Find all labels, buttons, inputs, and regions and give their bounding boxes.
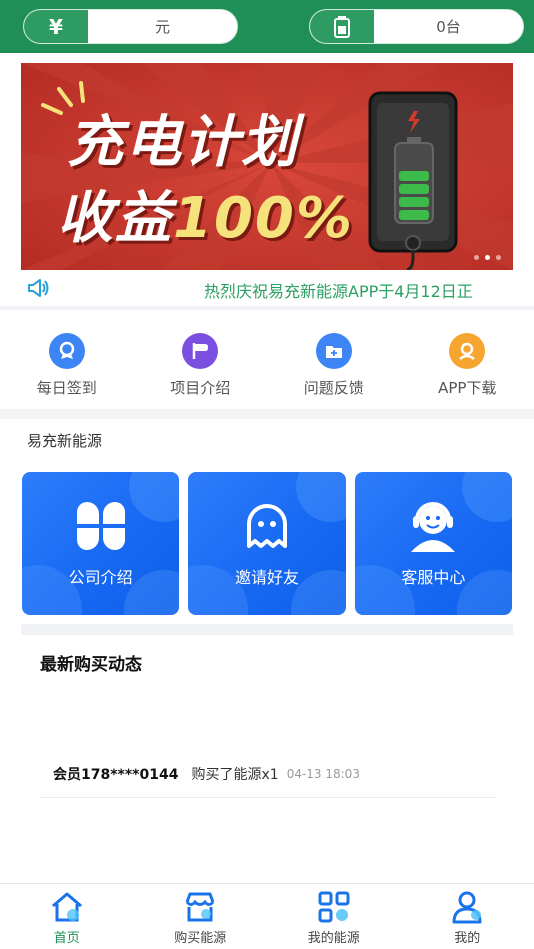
battery-icon <box>310 10 374 43</box>
balance-value: 元 <box>154 18 170 36</box>
feed-time: 04-13 18:03 <box>286 766 360 781</box>
tab-home[interactable]: 首页 <box>0 884 134 949</box>
speaker-icon <box>28 279 49 297</box>
bottom-tab-bar: 首页 购买能源 我的能源 我的 <box>0 883 534 949</box>
section-title: 易充新能源 <box>27 432 103 450</box>
divider <box>0 306 534 310</box>
tab-profile[interactable]: 我的 <box>401 884 534 949</box>
pagination-dot-active[interactable] <box>485 255 490 260</box>
grid-icon <box>318 891 350 923</box>
banner-line2-highlight: 100% <box>173 186 355 251</box>
checkin-icon <box>48 333 85 369</box>
banner-line1: 充电计划 <box>67 110 299 175</box>
card-label: 客服中心 <box>401 568 466 587</box>
feature-cards: 公司介绍 邀请好友 客服中心 <box>22 472 512 615</box>
quick-label: 每日签到 <box>36 379 97 397</box>
devices-pill[interactable]: 0台 <box>309 9 524 44</box>
ghost-icon <box>246 504 287 548</box>
banner-line2: 收益100% <box>57 173 354 254</box>
notice-bar[interactable]: 热烈庆祝易充新能源APP于4月12日正 <box>0 270 534 306</box>
tab-my-energy[interactable]: 我的能源 <box>267 884 401 949</box>
devices-value: 0台 <box>436 18 461 36</box>
quick-item-project[interactable]: 项目介绍 <box>134 311 268 409</box>
home-icon <box>51 892 82 922</box>
card-company-intro[interactable]: 公司介绍 <box>22 472 180 615</box>
folder-plus-icon <box>315 333 352 369</box>
divider <box>0 409 534 419</box>
promo-banner[interactable]: 充电计划 收益100% <box>21 63 513 270</box>
pagination-dot[interactable] <box>496 255 501 260</box>
tab-label: 购买能源 <box>174 931 227 946</box>
quick-item-checkin[interactable]: 每日签到 <box>0 311 134 409</box>
banner-pagination[interactable] <box>474 255 501 260</box>
clover-icon <box>76 502 125 550</box>
yen-icon: ¥ <box>24 10 88 43</box>
card-invite-friends[interactable]: 邀请好友 <box>188 472 346 615</box>
quick-item-download[interactable]: APP下载 <box>401 311 534 409</box>
tab-label: 首页 <box>53 931 80 946</box>
divider <box>21 624 513 635</box>
download-icon <box>449 333 486 369</box>
feed-action: 购买了能源x1 <box>191 766 279 783</box>
feed-title: 最新购买动态 <box>40 655 142 675</box>
card-customer-service[interactable]: 客服中心 <box>354 472 512 615</box>
pagination-dot[interactable] <box>474 255 479 260</box>
store-icon <box>185 892 215 922</box>
quick-entry-row: 每日签到 项目介绍 问题反馈 APP下载 <box>0 311 534 409</box>
quick-label: 项目介绍 <box>170 379 231 397</box>
top-header: ¥ 元 0台 <box>0 0 534 53</box>
feed-member: 会员178****0144 <box>53 766 179 783</box>
card-label: 邀请好友 <box>234 568 299 587</box>
user-icon <box>452 891 482 924</box>
support-agent-icon <box>411 502 456 552</box>
card-label: 公司介绍 <box>68 568 133 587</box>
feed-item: 会员178****0144 购买了能源x1 04-13 18:03 <box>40 750 496 798</box>
balance-pill[interactable]: ¥ 元 <box>23 9 238 44</box>
notice-text: 热烈庆祝易充新能源APP于4月12日正 <box>204 282 473 301</box>
tab-label: 我的 <box>454 931 481 946</box>
tab-label: 我的能源 <box>307 931 360 946</box>
phone-illustration <box>368 91 458 270</box>
quick-label: 问题反馈 <box>303 379 364 397</box>
quick-item-feedback[interactable]: 问题反馈 <box>267 311 401 409</box>
tab-buy-energy[interactable]: 购买能源 <box>134 884 268 949</box>
quick-label: APP下载 <box>438 379 497 397</box>
banner-line2-prefix: 收益 <box>57 186 173 251</box>
flag-icon <box>182 333 219 369</box>
